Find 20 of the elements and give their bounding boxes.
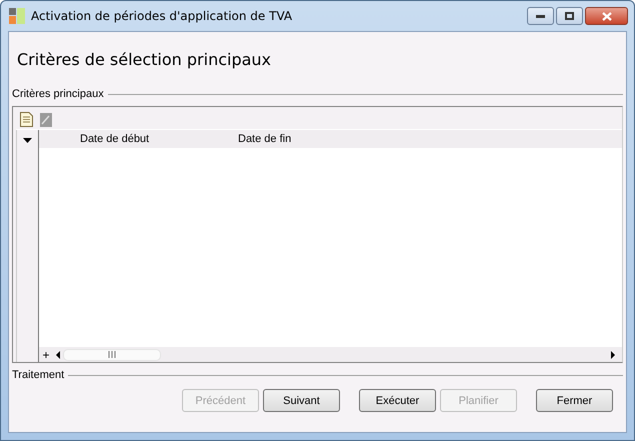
action-button[interactable]: Exécuter bbox=[359, 389, 436, 412]
page-heading: Critères de sélection principaux bbox=[17, 50, 272, 70]
new-document-icon[interactable] bbox=[20, 112, 33, 127]
close-icon bbox=[602, 12, 612, 20]
dropdown-caret-icon[interactable] bbox=[23, 138, 32, 143]
column-header[interactable]: Date de fin bbox=[238, 133, 396, 145]
maximize-icon bbox=[565, 12, 574, 20]
action-button[interactable]: Suivant bbox=[263, 389, 340, 412]
action-button[interactable]: Fermer bbox=[536, 389, 613, 412]
group-title: Traitement bbox=[12, 369, 64, 381]
column-header[interactable]: Date de début bbox=[80, 133, 238, 145]
minimize-icon bbox=[536, 14, 545, 18]
minimize-button[interactable] bbox=[527, 7, 554, 25]
group-title: Critères principaux bbox=[12, 88, 104, 100]
scrollbar-thumb[interactable] bbox=[63, 348, 161, 360]
window-title: Activation de périodes d'application de TVA bbox=[31, 9, 292, 23]
maximize-button[interactable] bbox=[556, 7, 583, 25]
close-button[interactable] bbox=[585, 7, 628, 25]
add-row-button[interactable]: + bbox=[39, 348, 53, 362]
app-icon bbox=[9, 8, 25, 24]
